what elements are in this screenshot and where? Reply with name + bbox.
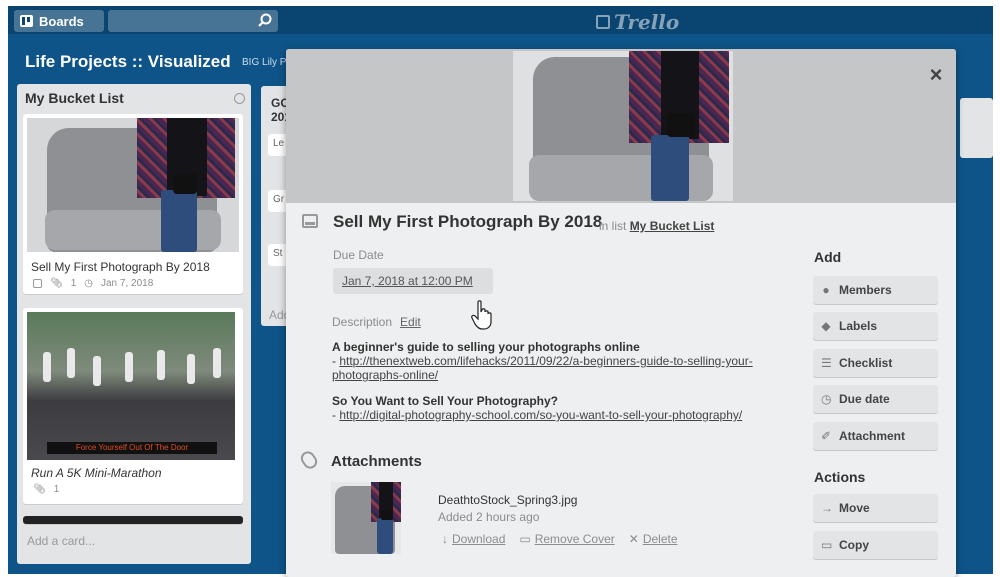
description-heading: A beginner's guide to selling your photo… — [332, 340, 640, 354]
paperclip-icon: 📎︎ — [33, 484, 46, 495]
modal-cover-image — [513, 51, 733, 201]
person-icon: ● — [822, 283, 830, 297]
hand-cursor-icon — [471, 300, 492, 330]
members-button[interactable]: ● Members — [813, 276, 938, 304]
delete-icon: ✕ — [628, 532, 639, 546]
attachment-actions: ↓ Download ▭ Remove Cover ✕ Delete — [442, 532, 678, 546]
due-date-side-label: Due date — [839, 392, 890, 406]
trello-logo[interactable]: Trello — [596, 10, 679, 34]
card-detail-title[interactable]: Sell My First Photograph By 2018 — [333, 212, 602, 232]
list-partial-right — [960, 98, 993, 158]
attachment-label: Attachment — [839, 429, 906, 443]
board-title[interactable]: Life Projects :: Visualized — [25, 52, 231, 72]
checklist-label: Checklist — [839, 356, 893, 370]
search-icon[interactable] — [258, 13, 272, 27]
card-due-badge: Jan 7, 2018 — [101, 278, 154, 289]
image-caption: Force Yourself Out Of The Door — [47, 442, 217, 454]
download-link[interactable]: Download — [452, 532, 505, 546]
in-list-text: in list My Bucket List — [599, 219, 714, 233]
description-link[interactable]: http://digital-photography-school.com/so… — [339, 408, 742, 422]
attachment-thumbnail[interactable] — [331, 482, 401, 554]
description-link-cont[interactable]: photographs-online/ — [332, 368, 438, 382]
add-heading: Add — [814, 249, 842, 265]
due-date-button[interactable]: Jan 7, 2018 at 12:00 PM — [333, 268, 493, 294]
download-icon: ↓ — [442, 532, 448, 546]
members-label: Members — [839, 283, 892, 297]
card-sell-photograph[interactable]: Sell My First Photograph By 2018 📎︎ 1 ◷ … — [23, 114, 243, 294]
attachment-button[interactable]: ✐ Attachment — [813, 422, 938, 450]
move-label: Move — [839, 501, 870, 515]
due-date-side-button[interactable]: ◷ Due date — [813, 385, 938, 413]
boards-icon — [20, 15, 33, 27]
arrow-right-icon: → — [821, 501, 833, 515]
card-badges: 📎︎ 1 ◷ Jan 7, 2018 — [33, 278, 153, 289]
list-menu-icon[interactable] — [234, 93, 245, 104]
tag-icon: ◆ — [821, 319, 831, 333]
search-input[interactable] — [108, 10, 278, 32]
labels-label: Labels — [839, 319, 878, 333]
trello-board-screen: Boards Trello Life Projects :: Visualize… — [0, 0, 1000, 577]
clock-icon: ◷ — [821, 392, 832, 406]
card-cover-image: Force Yourself Out Of The Door — [27, 312, 235, 460]
boards-label: Boards — [39, 13, 84, 29]
copy-icon: ▭ — [821, 538, 833, 552]
board-team-name[interactable]: BIG Lily P — [242, 57, 286, 68]
card-title: Sell My First Photograph By 2018 — [31, 260, 210, 274]
attachment-name[interactable]: DeathtoStock_Spring3.jpg — [438, 493, 577, 507]
move-button[interactable]: → Move — [813, 494, 938, 522]
description-header: Description Edit — [332, 315, 421, 329]
paperclip-icon — [298, 448, 320, 472]
attachment-count: 1 — [70, 278, 77, 289]
description-label: Description — [332, 315, 393, 329]
card-badges: 📎︎ 1 — [33, 484, 59, 495]
add-card-link[interactable]: Add a card... — [27, 534, 95, 548]
attachment-added: Added 2 hours ago — [438, 510, 540, 524]
list-my-bucket-list: My Bucket List Sell My First Photograph … — [17, 84, 251, 564]
modal-cover-area — [286, 49, 956, 203]
in-list-prefix: in list — [599, 219, 627, 233]
description-icon — [33, 279, 42, 288]
top-bar: Boards Trello — [8, 6, 993, 34]
trello-logo-text: Trello — [614, 10, 680, 34]
attachments-heading: Attachments — [331, 453, 422, 470]
close-icon[interactable]: × — [924, 63, 948, 87]
list-title[interactable]: My Bucket List — [25, 90, 124, 106]
attachment-count: 1 — [53, 484, 60, 495]
boards-button[interactable]: Boards — [14, 10, 104, 32]
description-block-1: A beginner's guide to selling your photo… — [332, 340, 802, 382]
card-icon — [302, 214, 318, 228]
remove-cover-link[interactable]: Remove Cover — [535, 532, 615, 546]
card-cover-image — [27, 118, 239, 252]
card-partial[interactable] — [23, 516, 243, 524]
list-name-link[interactable]: My Bucket List — [630, 219, 715, 233]
trello-logo-icon — [596, 15, 610, 29]
labels-button[interactable]: ◆ Labels — [813, 312, 938, 340]
card-title: Run A 5K Mini-Marathon — [31, 466, 162, 480]
edit-description-link[interactable]: Edit — [400, 315, 421, 329]
description-link[interactable]: http://thenextweb.com/lifehacks/2011/09/… — [339, 354, 752, 368]
cover-icon: ▭ — [519, 532, 531, 546]
card-run-5k[interactable]: Force Yourself Out Of The Door Run A 5K … — [23, 308, 243, 504]
paperclip-icon: 📎︎ — [50, 278, 63, 289]
delete-link[interactable]: Delete — [643, 532, 678, 546]
clock-icon: ◷ — [84, 278, 93, 289]
description-block-2: So You Want to Sell Your Photography? - … — [332, 394, 802, 422]
copy-button[interactable]: ▭ Copy — [813, 531, 938, 559]
checklist-button[interactable]: ☰ Checklist — [813, 349, 938, 377]
card-detail-modal: × Sell My First Photograph By 2018 in li… — [286, 49, 956, 577]
copy-label: Copy — [839, 538, 869, 552]
due-date-label: Due Date — [333, 248, 384, 262]
checklist-icon: ☰ — [821, 356, 832, 370]
actions-heading: Actions — [814, 469, 866, 485]
paperclip-icon: ✐ — [821, 429, 832, 443]
description-heading: So You Want to Sell Your Photography? — [332, 394, 559, 408]
